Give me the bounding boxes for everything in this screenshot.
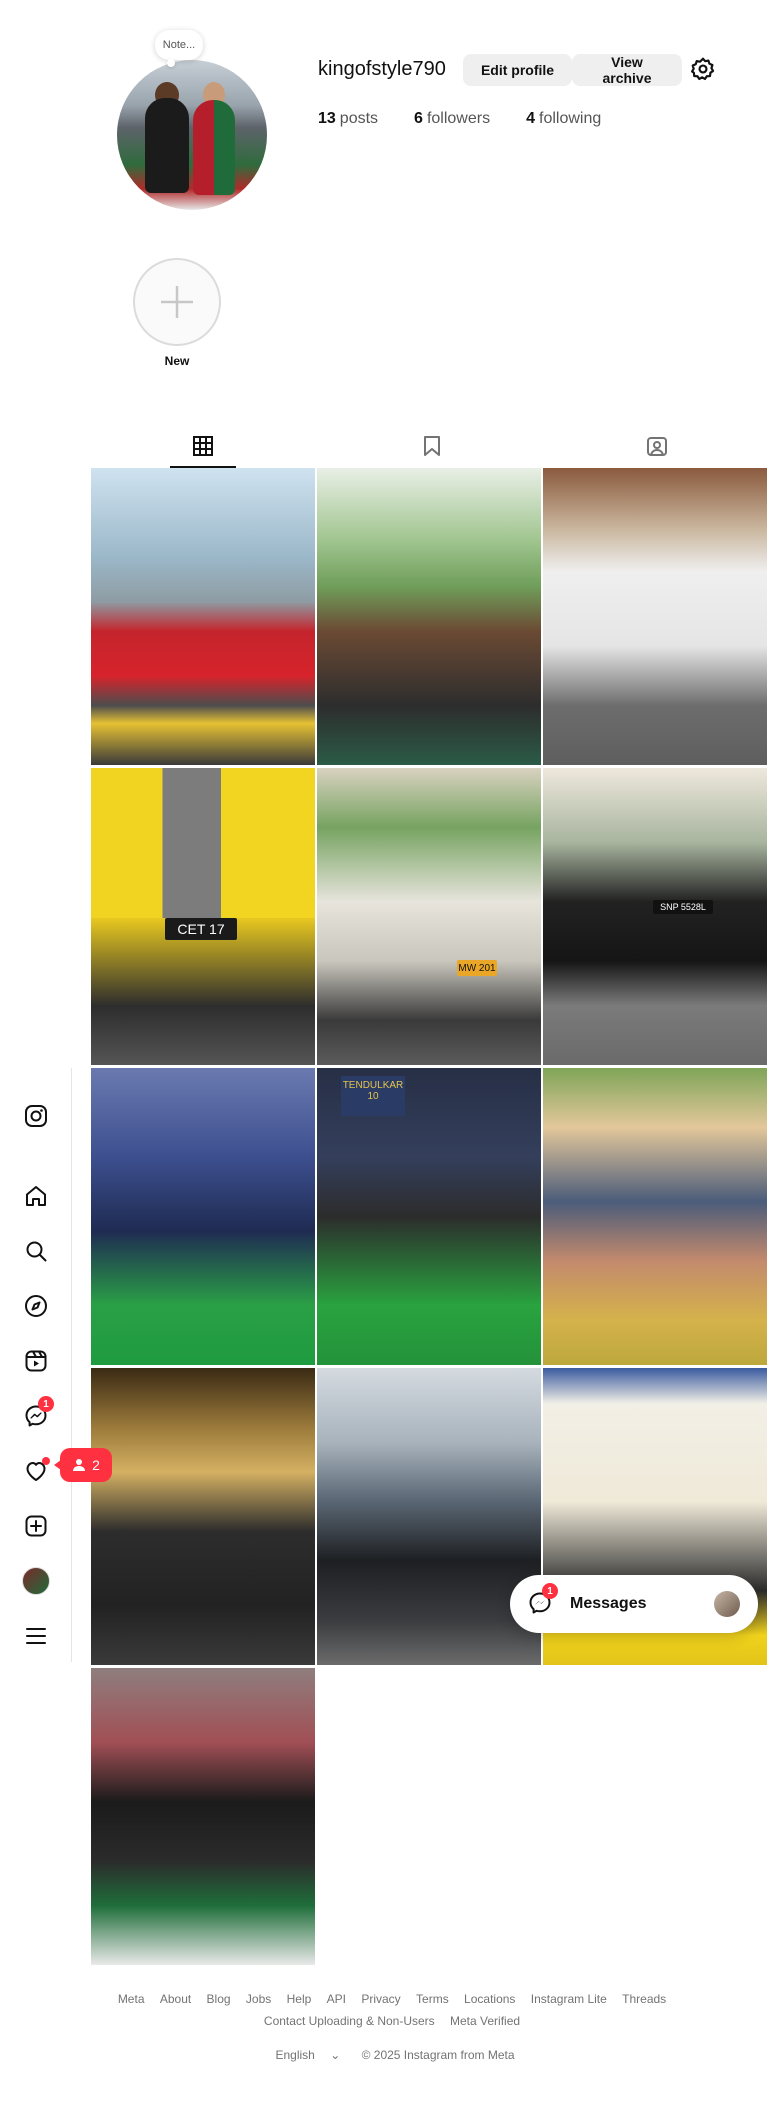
jersey-banner: TENDULKAR 10 xyxy=(341,1076,405,1116)
post-thumbnail[interactable] xyxy=(91,468,315,765)
footer-links: Meta About Blog Jobs Help API Privacy Te… xyxy=(0,1992,784,2006)
footer-links-row2: Contact Uploading & Non-Users Meta Verif… xyxy=(0,2014,784,2028)
profile-avatar[interactable] xyxy=(117,60,267,210)
footer-link[interactable]: Jobs xyxy=(246,1992,271,2006)
following-stat[interactable]: 4 following xyxy=(526,110,601,128)
notifications-heart-icon[interactable] xyxy=(22,1457,50,1485)
license-plate-text: CET 17 xyxy=(165,918,237,940)
copyright-text: © 2025 Instagram from Meta xyxy=(361,2048,515,2062)
messages-pill[interactable]: 1 Messages xyxy=(510,1575,758,1633)
footer-link[interactable]: Meta Verified xyxy=(450,2014,520,2028)
post-thumbnail[interactable] xyxy=(317,1368,541,1665)
footer-link[interactable]: Help xyxy=(287,1992,312,2006)
footer-link[interactable]: Contact Uploading & Non-Users xyxy=(264,2014,435,2028)
footer-link[interactable]: Blog xyxy=(207,1992,231,2006)
note-bubble[interactable]: Note... xyxy=(155,30,203,67)
notification-dot xyxy=(42,1457,50,1465)
chevron-down-icon: ⌄ xyxy=(330,2048,341,2062)
tab-tagged[interactable] xyxy=(643,432,671,460)
new-followers-count: 2 xyxy=(92,1457,100,1473)
followers-stat[interactable]: 6 followers xyxy=(414,110,490,128)
license-plate-text: MW 201 xyxy=(457,960,497,976)
instagram-logo-icon[interactable] xyxy=(22,1102,50,1130)
view-archive-button[interactable]: View archive xyxy=(572,54,682,86)
messages-pill-badge: 1 xyxy=(542,1583,558,1599)
tagged-user-icon xyxy=(647,437,667,456)
reels-icon[interactable] xyxy=(22,1347,50,1375)
menu-hamburger-icon[interactable] xyxy=(22,1622,50,1650)
grid-icon xyxy=(193,436,213,456)
post-thumbnail[interactable]: TENDULKAR 10 xyxy=(317,1068,541,1365)
person-icon xyxy=(73,1459,86,1471)
footer-link[interactable]: About xyxy=(160,1992,191,2006)
post-thumbnail[interactable] xyxy=(91,1368,315,1665)
avatar xyxy=(22,1567,50,1595)
create-plus-icon[interactable] xyxy=(22,1512,50,1540)
search-icon[interactable] xyxy=(22,1237,50,1265)
profile-nav-avatar[interactable] xyxy=(22,1567,50,1595)
explore-compass-icon[interactable] xyxy=(22,1292,50,1320)
left-nav-divider xyxy=(71,1068,72,1662)
post-thumbnail[interactable]: CET 17 xyxy=(91,768,315,1065)
footer-link[interactable]: Meta xyxy=(118,1992,145,2006)
language-select[interactable]: English ⌄ xyxy=(269,2048,346,2062)
tab-saved[interactable] xyxy=(418,432,446,460)
footer-bottom: English ⌄ © 2025 Instagram from Meta xyxy=(0,2048,784,2062)
settings-gear-icon[interactable] xyxy=(690,56,716,82)
tab-posts-grid[interactable] xyxy=(189,432,217,460)
post-thumbnail[interactable] xyxy=(317,468,541,765)
post-thumbnail[interactable]: SNP 5528L xyxy=(543,768,767,1065)
post-thumbnail[interactable]: MW 201 xyxy=(317,768,541,1065)
profile-username: kingofstyle790 xyxy=(318,58,446,80)
messenger-icon[interactable]: 1 xyxy=(22,1396,54,1430)
messages-pill-label: Messages xyxy=(570,1595,647,1612)
footer-link[interactable]: Privacy xyxy=(361,1992,400,2006)
footer-link[interactable]: API xyxy=(327,1992,346,2006)
new-highlight-button[interactable] xyxy=(133,258,221,346)
posts-stat: 13 posts xyxy=(318,110,379,127)
plus-icon xyxy=(161,286,193,318)
profile-stats: 13 posts 6 followers 4 following xyxy=(318,110,601,128)
new-highlight-label: New xyxy=(164,354,190,368)
home-icon[interactable] xyxy=(22,1182,50,1210)
new-followers-pill[interactable]: 2 xyxy=(54,1448,112,1482)
post-thumbnail[interactable] xyxy=(91,1668,315,1965)
edit-profile-button[interactable]: Edit profile xyxy=(463,54,572,86)
messages-badge: 1 xyxy=(38,1396,54,1412)
footer-link[interactable]: Threads xyxy=(622,1992,666,2006)
post-thumbnail[interactable] xyxy=(543,468,767,765)
license-plate-text: SNP 5528L xyxy=(653,900,713,914)
avatar xyxy=(714,1591,740,1617)
footer-link[interactable]: Instagram Lite xyxy=(531,1992,607,2006)
bookmark-icon xyxy=(424,436,440,456)
post-thumbnail[interactable] xyxy=(91,1068,315,1365)
footer-link[interactable]: Locations xyxy=(464,1992,515,2006)
footer-link[interactable]: Terms xyxy=(416,1992,449,2006)
post-thumbnail[interactable] xyxy=(543,1068,767,1365)
